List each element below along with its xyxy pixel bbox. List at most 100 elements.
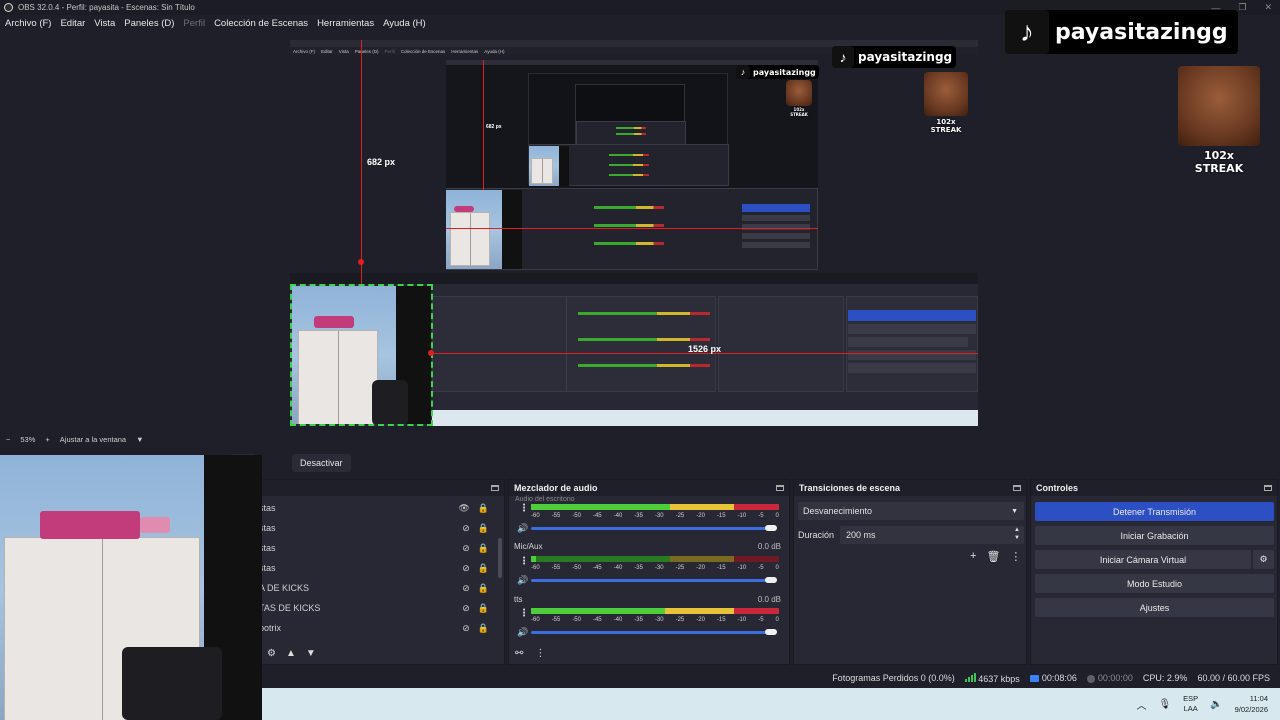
chevron-down-icon[interactable]: ▼: [136, 435, 143, 444]
stepper-icon[interactable]: ▲ ▼: [1014, 526, 1020, 542]
microphone-icon[interactable]: 🎙: [1158, 699, 1171, 710]
virtual-camera-settings-button[interactable]: ⚙: [1253, 550, 1274, 569]
source-row[interactable]: stas ⊘ 🔒: [259, 558, 504, 578]
lock-icon[interactable]: 🔒: [478, 623, 489, 634]
mixer-channel: Mic/Aux 0.0 dB ⋮ -60 -55 -50 -45 -40 -35 -30 -2…: [509, 542, 789, 592]
popout-icon[interactable]: [776, 485, 784, 491]
move-up-icon[interactable]: ▲: [286, 648, 296, 659]
fit-window-label[interactable]: Ajustar a la ventana: [60, 435, 126, 444]
nested-room-photo-2: [446, 190, 522, 269]
deactivate-button[interactable]: Desactivar: [292, 454, 351, 472]
volume-knob[interactable]: [765, 525, 777, 531]
popout-icon[interactable]: [1013, 485, 1021, 491]
settings-button[interactable]: Ajustes: [1035, 598, 1274, 617]
zoom-out-button[interactable]: −: [6, 435, 10, 444]
menu-help[interactable]: Ayuda (H): [383, 18, 426, 29]
lock-icon[interactable]: 🔒: [478, 583, 489, 594]
eye-slash-icon[interactable]: ⊘: [462, 623, 470, 634]
sources-scrollbar[interactable]: [498, 538, 502, 578]
nested-measure-line: [446, 228, 818, 229]
source-row[interactable]: stas ⊘ 🔒: [259, 518, 504, 538]
eye-slash-icon[interactable]: ⊘: [462, 543, 470, 554]
lock-icon[interactable]: 🔒: [478, 523, 489, 534]
face-image: [786, 80, 812, 106]
zoom-in-button[interactable]: +: [45, 435, 49, 444]
source-row[interactable]: stas 👁 🔒: [259, 498, 504, 518]
channel-db: 0.0 dB: [757, 542, 781, 551]
menu-docks[interactable]: Paneles (D): [124, 18, 174, 29]
eye-slash-icon[interactable]: ⊘: [462, 603, 470, 614]
menu-scene-collection[interactable]: Colección de Escenas: [214, 18, 308, 29]
nested-button: [742, 233, 810, 239]
popout-icon[interactable]: [491, 485, 499, 491]
nested-meter: [609, 174, 649, 176]
streak-label: 102x STREAK: [1194, 149, 1244, 175]
nested-room-photo-3: [529, 146, 569, 186]
source-row[interactable]: A DE KICKS ⊘ 🔒: [259, 578, 504, 598]
live-icon: [1029, 675, 1039, 683]
source-row[interactable]: potrix ⊘ 🔒: [259, 618, 504, 638]
kebab-icon[interactable]: ⋮: [519, 608, 529, 619]
duration-field[interactable]: 200 ms ▲ ▼: [840, 526, 1024, 544]
lock-icon[interactable]: 🔒: [478, 503, 489, 514]
kebab-icon[interactable]: ⋮: [519, 503, 529, 514]
add-icon[interactable]: +: [970, 550, 976, 563]
menu-edit[interactable]: Editar: [60, 18, 85, 29]
start-virtual-camera-button[interactable]: Iniciar Cámara Virtual: [1035, 550, 1251, 569]
nested-button: [848, 337, 968, 347]
speaker-icon[interactable]: 🔊: [517, 575, 528, 586]
menu-file[interactable]: Archivo (F): [5, 18, 51, 29]
move-down-icon[interactable]: ▼: [306, 648, 316, 659]
volume-icon[interactable]: 🔈: [1210, 699, 1222, 710]
nested-tiktok-badge: ♪ payasitazingg: [832, 46, 957, 68]
audio-meter: [531, 504, 779, 510]
menu-view[interactable]: Vista: [94, 18, 115, 29]
eye-slash-icon[interactable]: ⊘: [462, 523, 470, 534]
volume-slider[interactable]: [531, 579, 775, 582]
popout-icon[interactable]: [1264, 485, 1272, 491]
link-icon[interactable]: ⚯: [515, 648, 523, 659]
close-icon[interactable]: ✕: [1264, 2, 1272, 13]
language-indicator[interactable]: ESP LAA: [1183, 694, 1198, 714]
source-row[interactable]: stas ⊘ 🔒: [259, 538, 504, 558]
start-recording-button[interactable]: Iniciar Grabación: [1035, 526, 1274, 545]
trash-icon[interactable]: 🗑: [986, 550, 1000, 563]
source-label: TAS DE KICKS: [259, 603, 321, 613]
studio-mode-button[interactable]: Modo Estudio: [1035, 574, 1274, 593]
kebab-icon[interactable]: ⋮: [519, 556, 529, 567]
clock[interactable]: 11:04 9/02/2026: [1235, 693, 1268, 715]
volume-slider[interactable]: [531, 631, 775, 634]
meter-scale: -60 -55 -50 -45 -40 -35 -30 -25 -20 -15 -10 -5 0: [531, 513, 779, 519]
transition-select[interactable]: Desvanecimiento ▼: [798, 502, 1024, 520]
lock-icon[interactable]: 🔒: [478, 603, 489, 614]
volume-knob[interactable]: [765, 577, 777, 583]
gear-icon: ⚙: [1259, 554, 1268, 564]
speaker-icon[interactable]: 🔊: [517, 523, 528, 534]
nested-meter: [578, 364, 710, 367]
stop-stream-button[interactable]: Detener Transmisión: [1035, 502, 1274, 521]
transitions-header: Transiciones de escena: [794, 480, 1026, 496]
maximize-icon[interactable]: ❐: [1238, 2, 1246, 13]
nested-streak: 102x STREAK: [786, 80, 812, 117]
gear-icon[interactable]: ⚙: [267, 648, 276, 659]
eye-slash-icon[interactable]: ⊘: [462, 563, 470, 574]
chevron-up-icon[interactable]: ︿: [1136, 697, 1146, 712]
duration-label: Duración: [798, 530, 835, 540]
preview-canvas[interactable]: Archivo (F) Editar Vista Paneles (D) Perfil C…: [290, 40, 978, 426]
eye-slash-icon[interactable]: ⊘: [462, 583, 470, 594]
kebab-icon[interactable]: ⋮: [535, 648, 545, 659]
nested-tiktok-badge: ♪ payasitazingg: [736, 65, 819, 79]
source-label: A DE KICKS: [259, 583, 310, 593]
nested-meter: [594, 242, 664, 245]
speaker-icon[interactable]: 🔊: [517, 627, 528, 638]
volume-slider[interactable]: [531, 527, 775, 530]
eye-icon[interactable]: 👁: [458, 503, 469, 514]
menu-tools[interactable]: Herramientas: [317, 18, 374, 29]
lock-icon[interactable]: 🔒: [478, 563, 489, 574]
zoom-level: 53%: [20, 434, 36, 444]
kebab-icon[interactable]: ⋮: [1010, 550, 1021, 563]
volume-knob[interactable]: [765, 629, 777, 635]
measure-label-horizontal: 1526 px: [688, 344, 722, 354]
lock-icon[interactable]: 🔒: [478, 543, 489, 554]
source-row[interactable]: TAS DE KICKS ⊘ 🔒: [259, 598, 504, 618]
